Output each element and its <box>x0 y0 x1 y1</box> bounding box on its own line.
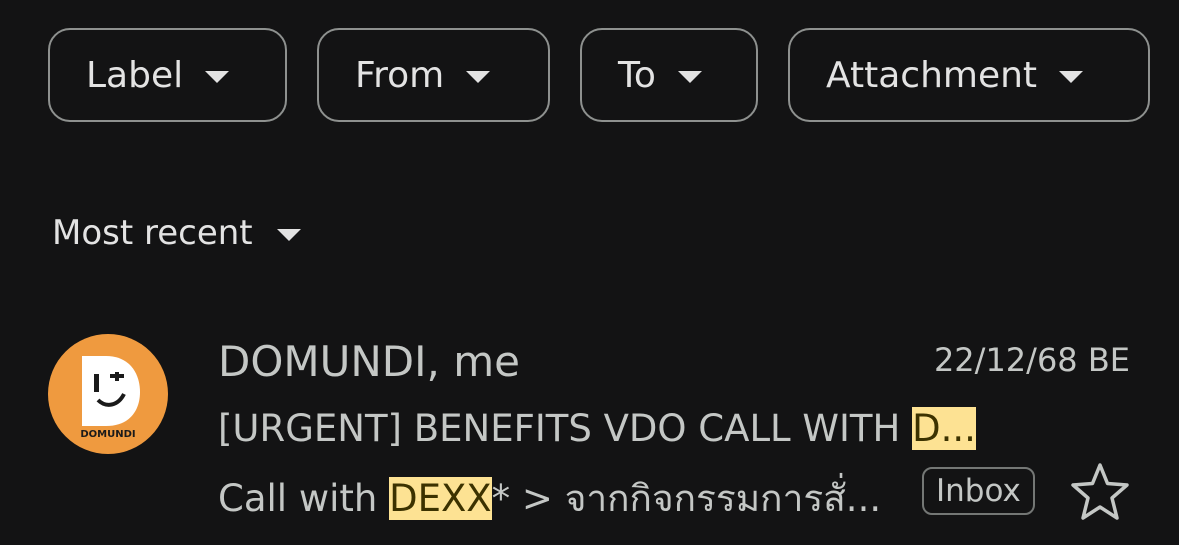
sender-avatar[interactable]: DOMUNDI <box>48 334 168 454</box>
avatar-logo-text: DOMUNDI <box>80 429 135 440</box>
email-date: 22/12/68 BE <box>933 341 1130 379</box>
caret-down-icon <box>205 71 230 83</box>
sort-dropdown[interactable]: Most recent <box>52 210 301 256</box>
caret-down-icon <box>1059 71 1084 83</box>
label-filter-text: Label <box>86 54 184 96</box>
caret-down-icon <box>677 71 702 83</box>
inbox-label-badge: Inbox <box>922 467 1035 515</box>
attachment-filter-text: Attachment <box>826 54 1038 96</box>
gmail-search-results: Label From To Attachment Most recent DOM… <box>0 0 1179 545</box>
from-filter-chip[interactable]: From <box>317 28 550 122</box>
star-icon[interactable] <box>1068 461 1132 521</box>
snippet-search-highlight: DEXX <box>389 477 492 520</box>
to-filter-chip[interactable]: To <box>580 28 758 122</box>
subject-search-highlight: D... <box>912 407 976 450</box>
email-subject: [URGENT] BENEFITS VDO CALL WITH D... <box>218 407 976 450</box>
snippet-text-start: Call with <box>218 477 390 520</box>
to-filter-text: To <box>618 54 656 96</box>
caret-down-icon <box>466 71 491 83</box>
from-filter-text: From <box>355 54 445 96</box>
domundi-logo-icon: DOMUNDI <box>80 356 140 440</box>
email-sender: DOMUNDI, me <box>218 337 520 386</box>
caret-down-icon <box>276 229 301 241</box>
sort-label: Most recent <box>52 213 253 253</box>
subject-text: [URGENT] BENEFITS VDO CALL WITH <box>218 407 913 450</box>
email-snippet: Call with DEXX* > จากกิจกรรมการสั่... <box>218 469 881 528</box>
email-list-item[interactable]: DOMUNDI DOMUNDI, me 22/12/68 BE [URGENT]… <box>0 325 1179 535</box>
label-filter-chip[interactable]: Label <box>48 28 287 122</box>
attachment-filter-chip[interactable]: Attachment <box>788 28 1150 122</box>
snippet-text-end: * > จากกิจกรรมการสั่... <box>491 477 882 520</box>
